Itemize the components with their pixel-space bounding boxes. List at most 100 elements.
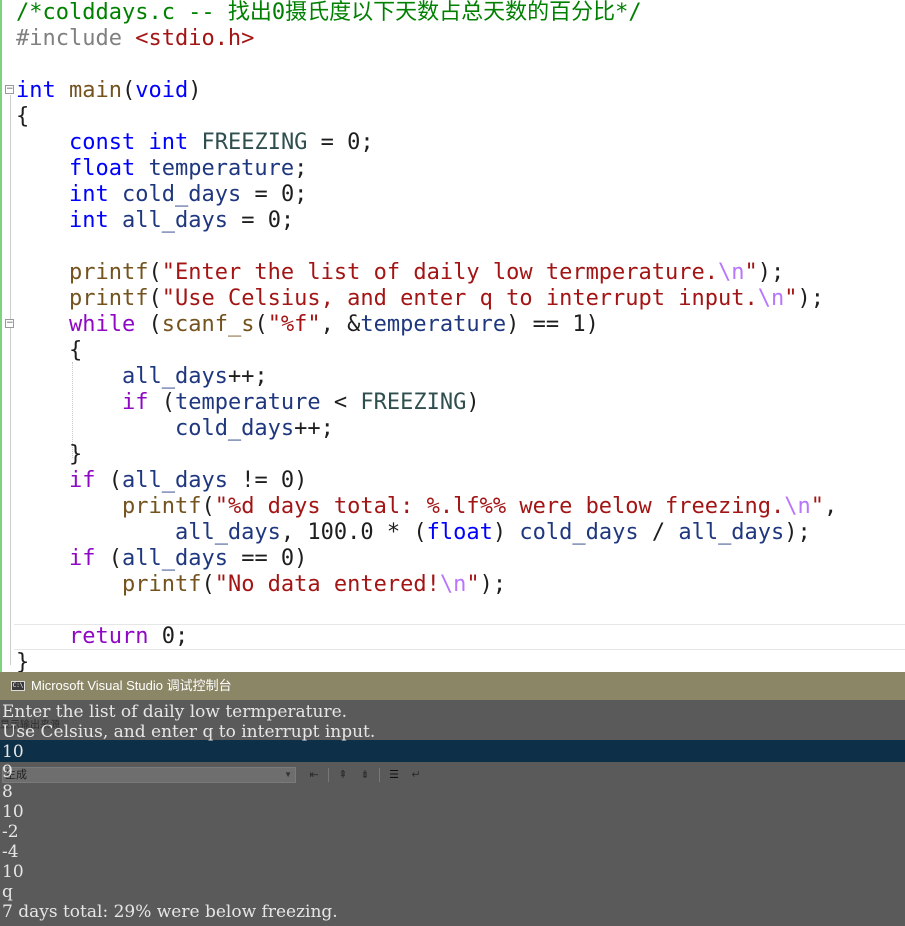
code-token: printf xyxy=(68,286,149,311)
code-token: all_days xyxy=(174,520,281,545)
console-line: 8 xyxy=(2,782,13,802)
code-token: ) xyxy=(188,78,202,103)
code-token: , 100.0 * ( xyxy=(280,520,427,545)
code-token: != 0) xyxy=(227,468,308,493)
code-line[interactable]: } xyxy=(16,650,837,672)
code-line[interactable]: #include <stdio.h> xyxy=(16,26,837,52)
code-token: "Use Celsius, and enter q to interrupt i… xyxy=(161,286,758,311)
code-token: } xyxy=(16,650,30,672)
code-token: ++; xyxy=(227,364,268,389)
code-line[interactable]: int main(void) xyxy=(16,78,837,104)
code-token: "No data entered! xyxy=(214,572,440,597)
code-line[interactable]: all_days, 100.0 * (float) cold_days / al… xyxy=(16,520,837,546)
code-line[interactable] xyxy=(16,234,837,260)
code-line[interactable]: /*colddays.c -- 找出0摄氏度以下天数占总天数的百分比*/ xyxy=(16,0,837,26)
console-line: 7 days total: 29% were below freezing. xyxy=(2,902,338,922)
code-token: ); xyxy=(479,572,507,597)
console-output: Enter the list of daily low termperature… xyxy=(2,702,375,922)
code-token: { xyxy=(16,104,30,129)
code-token: temperature xyxy=(148,156,295,181)
code-line[interactable]: int cold_days = 0; xyxy=(16,182,837,208)
console-line: 10 xyxy=(2,742,24,762)
code-token: const xyxy=(68,130,136,155)
code-line[interactable]: printf("Enter the list of daily low term… xyxy=(16,260,837,286)
code-token: / xyxy=(638,520,679,545)
code-editor[interactable]: − − /*colddays.c -- 找出0摄氏度以下天数占总天数的百分比*/… xyxy=(0,0,905,672)
console-line: q xyxy=(2,882,13,902)
code-token: " xyxy=(744,260,758,285)
code-token: all_days xyxy=(121,364,228,389)
code-line[interactable]: } xyxy=(16,442,837,468)
console-line: 10 xyxy=(2,862,24,882)
console-line: -2 xyxy=(2,822,19,842)
code-token: ); xyxy=(797,286,825,311)
code-line[interactable]: { xyxy=(16,338,837,364)
code-line[interactable]: if (all_days == 0) xyxy=(16,546,837,572)
code-line[interactable]: return 0; xyxy=(16,624,837,650)
code-token: if xyxy=(68,468,96,493)
code-token: return xyxy=(68,624,149,649)
code-token: "%d days total: %.lf%% were below freezi… xyxy=(214,494,785,519)
collapse-main-icon[interactable]: − xyxy=(5,85,14,94)
code-token: " xyxy=(784,286,798,311)
console-title-bar[interactable]: C:\ Microsoft Visual Studio 调试控制台 xyxy=(0,672,905,700)
code-token: , & xyxy=(320,312,361,337)
debug-console[interactable]: 显示输出来源 生成 ▼ ⇤ ⇞ ⇟ ☰ ↵ Enter the list of … xyxy=(0,700,905,926)
code-token: ( xyxy=(148,260,162,285)
code-token: ( xyxy=(148,286,162,311)
code-token: \n xyxy=(718,260,745,285)
console-line: -4 xyxy=(2,842,19,862)
code-token: \n xyxy=(784,494,811,519)
code-token: \n xyxy=(757,286,785,311)
code-token: int xyxy=(16,78,56,103)
code-line[interactable] xyxy=(16,52,837,78)
word-wrap-icon[interactable]: ↵ xyxy=(408,768,424,782)
code-token: all_days xyxy=(121,546,228,571)
code-line[interactable]: int all_days = 0; xyxy=(16,208,837,234)
clear-all-icon[interactable]: ☰ xyxy=(386,768,402,782)
code-token: cold_days xyxy=(519,520,639,545)
code-token: temperature xyxy=(360,312,507,337)
code-line[interactable]: printf("Use Celsius, and enter q to inte… xyxy=(16,286,837,312)
code-line[interactable]: if (temperature < FREEZING) xyxy=(16,390,837,416)
code-line[interactable]: if (all_days != 0) xyxy=(16,468,837,494)
code-line[interactable]: printf("No data entered!\n"); xyxy=(16,572,837,598)
code-token: FREEZING xyxy=(201,130,308,155)
code-token: ( xyxy=(201,494,215,519)
code-token: float xyxy=(68,156,136,181)
code-token: #include xyxy=(16,26,136,51)
console-line: Enter the list of daily low termperature… xyxy=(2,702,348,722)
code-line[interactable]: float temperature; xyxy=(16,156,837,182)
code-line[interactable]: while (scanf_s("%f", &temperature) == 1) xyxy=(16,312,837,338)
code-token: 0; xyxy=(148,624,189,649)
code-token: float xyxy=(426,520,493,545)
code-token: int xyxy=(68,182,109,207)
collapse-while-icon[interactable]: − xyxy=(5,319,14,328)
code-line[interactable]: all_days++; xyxy=(16,364,837,390)
code-line[interactable] xyxy=(16,598,837,624)
code-token: ( xyxy=(135,312,162,337)
source-code[interactable]: /*colddays.c -- 找出0摄氏度以下天数占总天数的百分比*/#inc… xyxy=(16,0,837,672)
code-token: cold_days xyxy=(174,416,295,441)
code-line[interactable]: { xyxy=(16,104,837,130)
code-token: FREEZING xyxy=(360,390,467,415)
code-token: "Enter the list of daily low termperatur… xyxy=(161,260,719,285)
code-token: all_days xyxy=(121,208,228,233)
code-token: ); xyxy=(784,520,811,545)
code-line[interactable]: printf("%d days total: %.lf%% were below… xyxy=(16,494,837,520)
code-line[interactable]: cold_days++; xyxy=(16,416,837,442)
code-token: ( xyxy=(148,390,175,415)
code-token: printf xyxy=(121,494,202,519)
fold-line-while xyxy=(10,329,11,461)
code-line[interactable]: const int FREEZING = 0; xyxy=(16,130,837,156)
